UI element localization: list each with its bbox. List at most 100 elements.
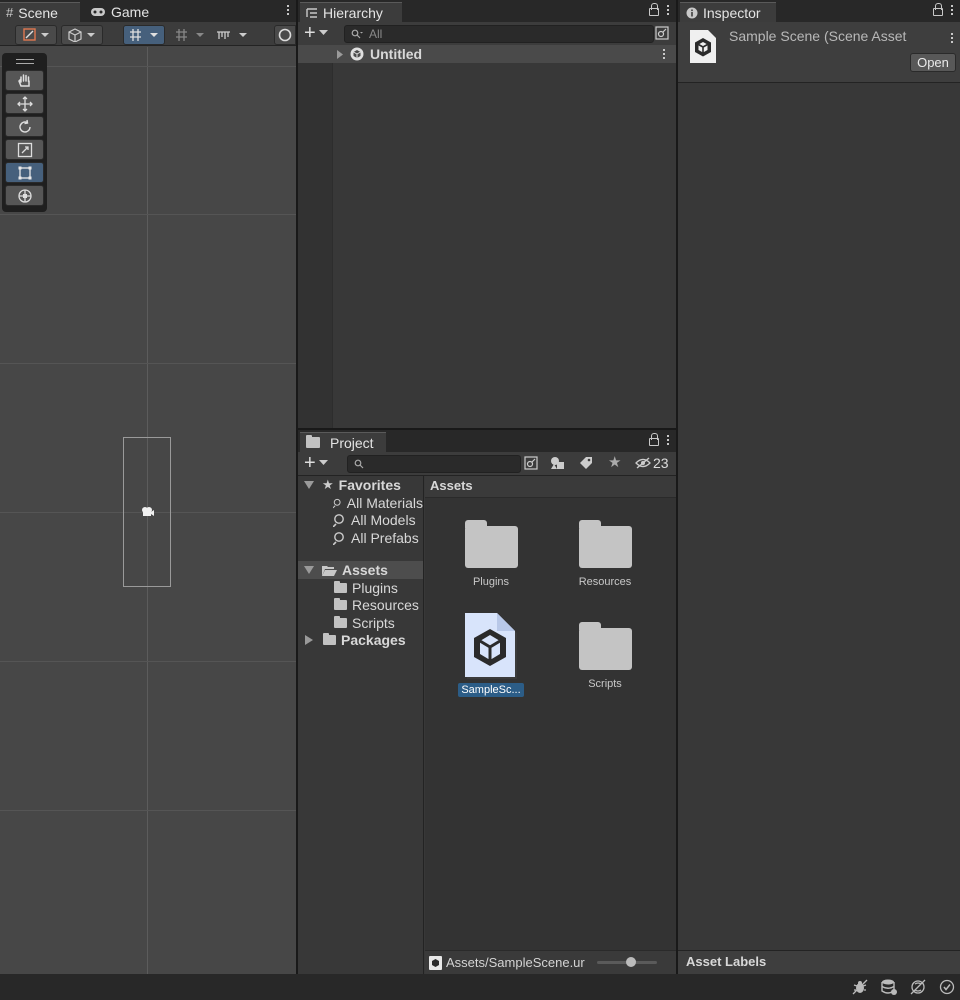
more-options-icon[interactable] <box>950 3 954 17</box>
snap-dropdown[interactable] <box>170 25 210 45</box>
scene-asset-icon <box>690 30 716 63</box>
tab-hierarchy-label: Hierarchy <box>323 4 383 21</box>
palette-drag-handle[interactable] <box>16 59 34 64</box>
expand-arrow-down-icon[interactable] <box>304 481 314 489</box>
favorites-item[interactable]: All Prefabs <box>298 529 423 547</box>
folder-icon <box>578 622 632 670</box>
asset-tile-label: SampleSc... <box>458 683 524 697</box>
project-search-field[interactable] <box>347 455 521 473</box>
folder-icon <box>464 520 518 568</box>
auto-lighting-button[interactable] <box>910 979 926 995</box>
folder-icon <box>578 520 632 568</box>
open-folder-icon <box>322 565 337 576</box>
debug-toggle-button[interactable] <box>852 979 868 995</box>
inspector-options-icon[interactable] <box>950 31 954 45</box>
slider-thumb[interactable] <box>626 957 636 967</box>
create-asset-dropdown[interactable]: + <box>304 452 328 474</box>
project-toolbar: + ★ 23 <box>298 452 676 476</box>
tab-hierarchy[interactable]: Hierarchy <box>300 2 402 22</box>
rect-transform-icon <box>18 166 31 179</box>
lock-icon[interactable] <box>648 3 659 16</box>
gizmo-toggle-button[interactable] <box>274 25 296 45</box>
cube-icon <box>68 28 95 42</box>
asset-tile-scene[interactable]: SampleSc... <box>446 613 536 697</box>
grid-toggle-button[interactable] <box>123 25 165 45</box>
open-button[interactable]: Open <box>910 53 956 72</box>
asset-tile-folder[interactable]: Resources <box>560 520 650 588</box>
inspector-panel: Inspector Sample Scene (Scene Asset Open… <box>678 0 960 974</box>
tab-project[interactable]: Project <box>300 432 386 452</box>
lighting-slash-icon <box>910 979 926 995</box>
scene-options-icon[interactable] <box>662 47 666 61</box>
unity-scene-file-icon <box>465 613 517 679</box>
breadcrumb-label[interactable]: Assets <box>430 478 473 493</box>
lock-icon[interactable] <box>932 3 943 16</box>
favorites-label: Favorites <box>338 477 401 493</box>
favorites-item[interactable]: All Models <box>298 511 423 529</box>
hierarchy-visibility-gutter[interactable] <box>298 46 333 428</box>
asset-labels-title: Asset Labels <box>686 954 767 969</box>
database-icon <box>881 979 897 995</box>
draw-mode-dropdown[interactable] <box>15 25 57 45</box>
camera-gizmo-icon[interactable] <box>141 506 154 517</box>
folder-icon <box>323 633 336 645</box>
tab-scene-label: Scene <box>18 4 58 21</box>
assets-root-row[interactable]: Assets <box>298 561 423 579</box>
rect-tool-button[interactable] <box>5 162 44 183</box>
scene-visibility-button[interactable] <box>655 26 669 40</box>
filter-by-type-button[interactable] <box>550 456 566 470</box>
folder-icon <box>334 598 347 610</box>
more-options-icon[interactable] <box>666 3 670 17</box>
favorites-item[interactable]: All Materials <box>298 494 423 512</box>
bug-slash-icon <box>852 979 868 995</box>
move-tool-button[interactable] <box>5 93 44 114</box>
asset-folder-row[interactable]: Plugins <box>298 579 423 597</box>
search-window-button[interactable] <box>524 456 538 470</box>
render-mode-dropdown[interactable] <box>61 25 103 45</box>
asset-folder-row[interactable]: Resources <box>298 596 423 614</box>
expand-arrow-down-icon[interactable] <box>304 566 314 574</box>
lock-icon[interactable] <box>648 433 659 446</box>
grid-snap-icon <box>130 29 158 41</box>
tab-scene[interactable]: # Scene <box>0 2 80 22</box>
packages-row[interactable]: Packages <box>298 631 423 649</box>
scale-icon <box>17 142 32 157</box>
plus-icon: + <box>304 452 316 474</box>
hierarchy-scene-row[interactable]: Untitled <box>298 45 676 63</box>
expand-arrow-icon[interactable] <box>336 49 344 59</box>
icon-size-slider[interactable] <box>597 957 657 967</box>
scale-tool-button[interactable] <box>5 139 44 160</box>
shapes-icon <box>551 457 564 469</box>
unity-scene-icon <box>350 47 364 61</box>
more-options-icon[interactable] <box>666 433 670 447</box>
increment-snap-dropdown[interactable] <box>212 25 252 45</box>
tab-inspector[interactable]: Inspector <box>680 2 776 22</box>
filter-by-label-button[interactable] <box>579 456 593 470</box>
hierarchy-search-field[interactable]: All <box>344 25 654 43</box>
more-options-icon[interactable] <box>286 3 290 17</box>
asset-labels-bar[interactable]: Asset Labels <box>678 950 960 974</box>
asset-tile-label: Resources <box>578 576 632 588</box>
status-ok-button[interactable] <box>939 979 955 995</box>
hidden-packages-toggle[interactable]: 23 <box>635 455 669 471</box>
assets-grid-area[interactable]: Assets Plugins Resources SampleSc... Scr… <box>425 476 676 950</box>
cache-server-button[interactable] <box>881 979 897 995</box>
tab-game[interactable]: Game <box>84 2 164 22</box>
move-arrows-icon <box>16 95 33 112</box>
create-dropdown[interactable]: + <box>304 23 328 43</box>
favorites-button[interactable]: ★ <box>608 455 621 471</box>
expand-arrow-icon[interactable] <box>305 635 313 645</box>
inspector-tabbar: Inspector <box>678 0 960 22</box>
asset-folder-row[interactable]: Scripts <box>298 614 423 632</box>
rotate-tool-button[interactable] <box>5 116 44 137</box>
favorites-item-label: All Materials <box>346 495 423 511</box>
hand-tool-button[interactable] <box>5 70 44 91</box>
asset-tile-folder[interactable]: Scripts <box>560 622 650 690</box>
transform-tool-button[interactable] <box>5 185 44 206</box>
favorites-row[interactable]: ★ Favorites <box>298 476 423 494</box>
transform-icon <box>17 188 32 203</box>
tool-palette <box>2 53 47 212</box>
search-window-icon <box>524 456 538 470</box>
asset-tile-folder[interactable]: Plugins <box>446 520 536 588</box>
tag-icon <box>580 457 592 469</box>
